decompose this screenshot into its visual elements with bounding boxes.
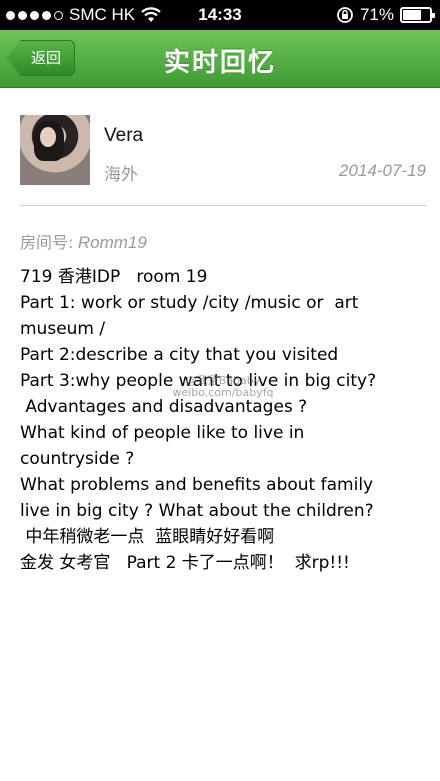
battery-percent: 71% [359,5,394,24]
content-line: Part 1: work or study /city /music or ar… [20,293,359,313]
divider [20,205,426,206]
content-line: 中年稍微老一点 蓝眼睛好好看啊 [20,527,275,547]
nav-bar: 返回 实时回忆 [0,30,440,88]
battery-icon [400,7,435,23]
status-right: 71% [336,5,435,25]
content-line: What kind of people like to live in [20,423,305,443]
content-line: What problems and benefits about family [20,475,374,495]
content-line: live in big city ? What about the childr… [20,501,374,521]
content-line: 719 香港IDP room 19 [20,267,208,287]
page-title: 实时回忆 [163,48,276,78]
content-line: countryside ? [20,449,135,469]
location: 海外 [104,165,138,185]
watermark: @我是Bababy weibo.com/babyfq [168,375,278,399]
post-author: Vera 海外 2014-07-19 [0,88,440,206]
content-line: museum / [20,319,106,339]
avatar[interactable] [20,115,90,185]
rotation-lock-icon [336,6,354,24]
post-content: 719 香港IDP room 19 Part 1: work or study … [20,264,430,576]
content-line: Part 2:describe a city that you visited [20,345,339,365]
status-bar: SMC HK 14:33 71% [0,0,440,30]
room-label: 房间号: [20,233,74,252]
username[interactable]: Vera [104,125,143,147]
content-line: 金发 女考官 Part 2 卡了一点啊！ 求rp!!! [20,553,350,573]
room-number: 房间号: Romm19 [20,229,147,253]
room-value: Romm19 [77,233,147,252]
post-date: 2014-07-19 [339,161,426,180]
watermark-url: weibo.com/babyfq [172,386,274,399]
